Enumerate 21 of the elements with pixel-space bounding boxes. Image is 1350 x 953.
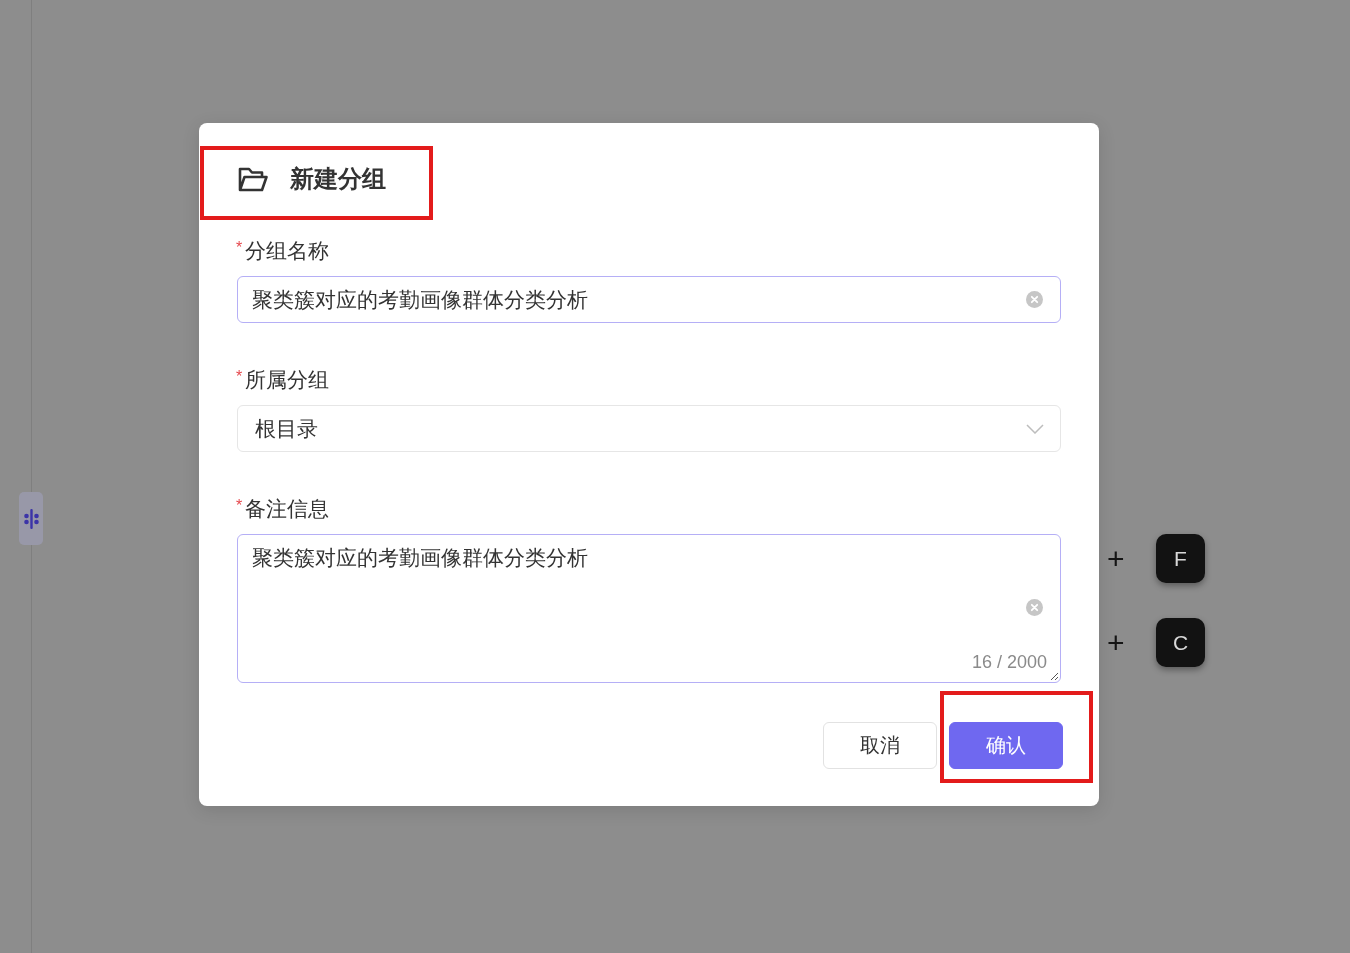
field-label: 分组名称 [245,238,330,264]
cancel-button[interactable]: 取消 [823,722,937,769]
dialog-title: 新建分组 [290,164,386,194]
chevron-down-icon [1026,423,1044,434]
resize-grip-icon[interactable] [1050,672,1059,681]
drag-handle[interactable] [19,492,43,545]
select-field[interactable]: 根目录 [237,405,1061,452]
plus-sign: + [1107,627,1126,658]
folder-icon [238,165,268,193]
required-mark: * [236,369,243,385]
plus-sign: + [1107,543,1126,574]
grip-icon [23,508,39,529]
character-counter: 16 / 2000 [971,651,1047,673]
confirm-button[interactable]: 确认 [949,722,1063,769]
required-mark: * [236,240,243,256]
input-field[interactable]: 聚类簇对应的考勤画像群体分类分析 [237,276,1061,323]
key-cap: F [1156,534,1205,583]
field-label: 备注信息 [245,496,330,522]
field-label: 所属分组 [245,367,330,393]
key-cap: C [1156,618,1205,667]
required-mark: * [236,498,243,514]
